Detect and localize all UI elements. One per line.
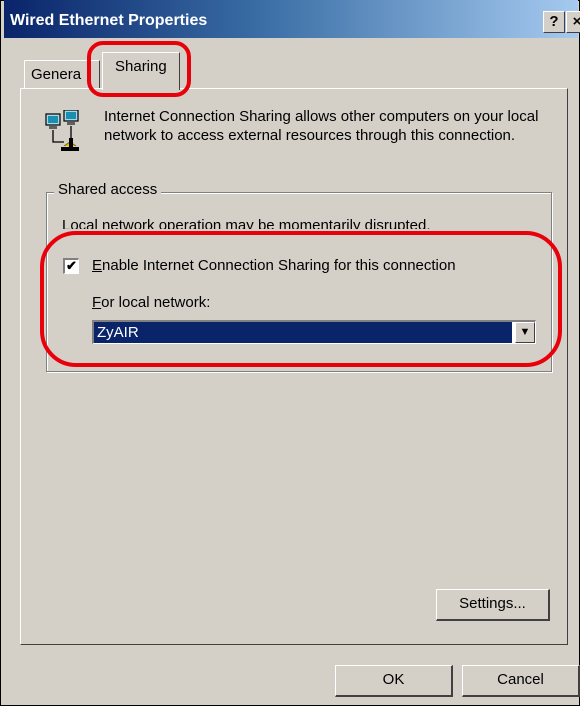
local-network-dropdown[interactable]: ZyAIR ▼: [92, 320, 536, 344]
network-connection-icon: [45, 110, 79, 151]
local-network-label: For local network:: [92, 293, 210, 313]
local-network-accel: F: [92, 294, 102, 311]
title-bar[interactable]: Wired Ethernet Properties ? ×: [4, 0, 580, 38]
sharing-description: Internet Connection Sharing allows other…: [104, 108, 539, 144]
shared-access-group-label: Shared access: [54, 180, 162, 200]
window-title: Wired Ethernet Properties: [10, 12, 208, 29]
cancel-button[interactable]: Cancel: [462, 665, 580, 697]
enable-sharing-checkbox[interactable]: ✔: [63, 258, 79, 274]
help-button[interactable]: ?: [543, 11, 565, 33]
tab-sharing-label: Sharing: [115, 58, 167, 75]
tab-general-label: Genera: [31, 66, 82, 83]
tab-general[interactable]: Genera: [24, 60, 100, 90]
local-network-selected-value: ZyAIR: [94, 322, 512, 343]
dropdown-arrow-icon[interactable]: ▼: [515, 322, 535, 343]
enable-sharing-accel: E: [92, 257, 103, 274]
tab-sharing[interactable]: Sharing: [102, 52, 180, 90]
ok-button[interactable]: OK: [335, 665, 453, 697]
local-network-label-text: or local network:: [101, 294, 211, 311]
disruption-warning: Local network operation may be momentari…: [62, 217, 431, 229]
enable-sharing-label-text: nable Internet Connection Sharing for th…: [102, 257, 456, 274]
enable-sharing-label[interactable]: Enable Internet Connection Sharing for t…: [92, 256, 456, 276]
settings-button[interactable]: Settings...: [436, 589, 550, 621]
close-button[interactable]: ×: [566, 11, 580, 33]
